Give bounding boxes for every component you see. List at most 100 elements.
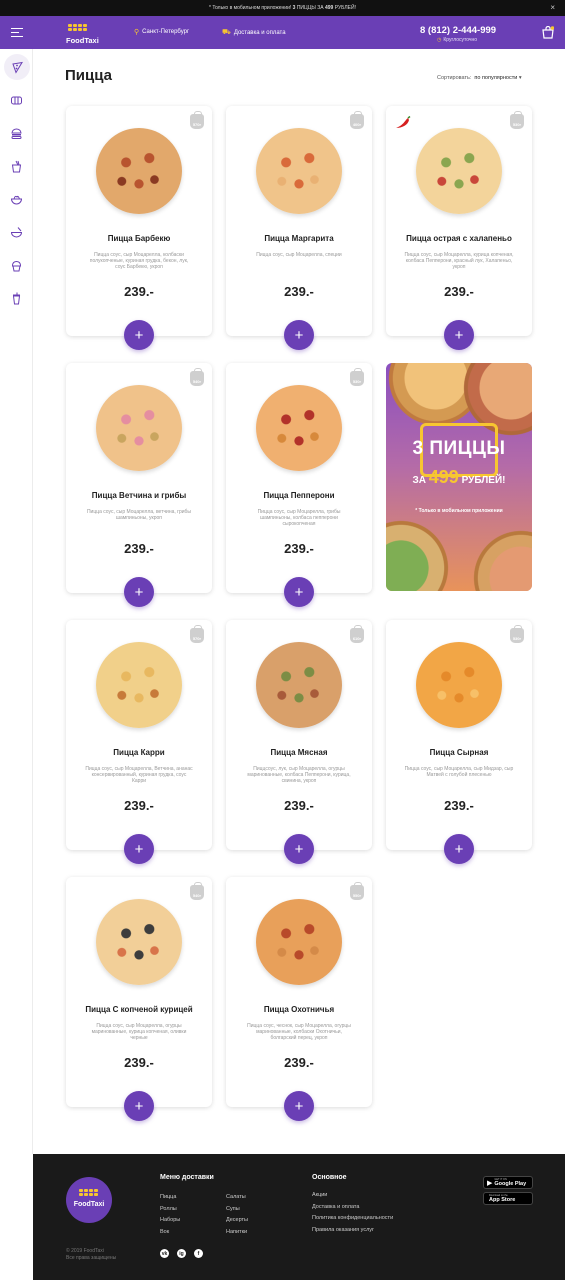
instagram-icon[interactable]: ig bbox=[177, 1249, 186, 1258]
product-name[interactable]: Пицца острая с халапеньо bbox=[386, 234, 532, 243]
product-price: 239.- bbox=[124, 798, 154, 813]
product-card[interactable]: 610г Пицца Мясная Пиццсоус, лук, сыр Моцар… bbox=[226, 620, 372, 864]
pizza-image[interactable] bbox=[96, 642, 182, 728]
weight-badge-icon: 540г bbox=[190, 882, 204, 900]
footer-link[interactable]: Доставка и оплата bbox=[312, 1204, 359, 1210]
footer-link[interactable]: Роллы bbox=[160, 1206, 177, 1212]
add-to-cart-button[interactable]: + bbox=[124, 834, 154, 864]
add-to-cart-button[interactable]: + bbox=[124, 577, 154, 607]
product-card[interactable]: 400г Пицца Маргарита Пицца соус, сыр Моцар… bbox=[226, 106, 372, 350]
pizza-image[interactable] bbox=[96, 128, 182, 214]
footer-link[interactable]: Политика конфиденциальности bbox=[312, 1215, 393, 1221]
footer-link[interactable]: Супы bbox=[226, 1206, 240, 1212]
weight-badge-icon: 530г bbox=[510, 111, 524, 129]
noodle-box-icon bbox=[11, 160, 22, 173]
promo-banner[interactable]: 3 ПИЦЦЫ ЗА 499 РУБЛЕЙ! * Только в мобиль… bbox=[386, 363, 532, 591]
pizza-image[interactable] bbox=[256, 642, 342, 728]
logo-text[interactable]: FoodTaxi bbox=[66, 36, 99, 45]
footer-link[interactable]: Правила оказания услуг bbox=[312, 1227, 374, 1233]
sort-control[interactable]: Сортировать: по популярности ▾ bbox=[437, 75, 522, 81]
store-big: Google Play bbox=[494, 1181, 527, 1187]
footer-link[interactable]: Наборы bbox=[160, 1217, 180, 1223]
product-name[interactable]: Пицца Карри bbox=[66, 748, 212, 757]
sidebar-item-sets[interactable] bbox=[5, 122, 28, 145]
product-card[interactable]: 540г Пицца Ветчина и грибы Пицца соус, сыр… bbox=[66, 363, 212, 607]
pizza-icon bbox=[11, 61, 23, 74]
location-pin-icon: ⚲ bbox=[134, 29, 140, 36]
burger-set-icon bbox=[11, 128, 22, 139]
google-play-button[interactable]: ▶ GET IT ON Google Play bbox=[483, 1176, 533, 1189]
product-card[interactable]: 530г Пицца Пепперони Пицца соус, сыр Моцар… bbox=[226, 363, 372, 607]
product-name[interactable]: Пицца Мясная bbox=[226, 748, 372, 757]
add-to-cart-button[interactable]: + bbox=[284, 834, 314, 864]
product-name[interactable]: Пицца С копченой курицей bbox=[66, 1005, 212, 1014]
copyright: © 2019 FoodTaxi Все права защищены bbox=[66, 1248, 116, 1262]
menu-icon[interactable] bbox=[11, 28, 23, 38]
pizza-image bbox=[386, 513, 456, 591]
product-description: Пицца соус, чеснок, сыр Моцарелла, огурц… bbox=[247, 1023, 351, 1041]
topbar-text: * Только в мобильном приложении! 3 ПИЦЦЫ… bbox=[209, 5, 356, 11]
product-card[interactable]: 550г Пицца Охотничья Пицца соус, чеснок, с… bbox=[226, 877, 372, 1121]
pizza-image[interactable] bbox=[256, 385, 342, 471]
footer-link[interactable]: Пицца bbox=[160, 1194, 176, 1200]
pizza-image[interactable] bbox=[96, 385, 182, 471]
promo-topbar: * Только в мобильном приложении! 3 ПИЦЦЫ… bbox=[0, 0, 565, 16]
product-name[interactable]: Пицца Барбекю bbox=[66, 234, 212, 243]
sidebar-item-soups[interactable] bbox=[5, 221, 28, 244]
product-price: 239.- bbox=[284, 1055, 314, 1070]
vk-icon[interactable]: vk bbox=[160, 1249, 169, 1258]
sort-value[interactable]: по популярности bbox=[474, 75, 517, 81]
footer-link[interactable]: Десерты bbox=[226, 1217, 248, 1223]
footer-logo-text: FoodTaxi bbox=[73, 1201, 105, 1208]
pizza-image[interactable] bbox=[96, 899, 182, 985]
delivery-link[interactable]: ⛟ Доставка и оплата bbox=[222, 28, 286, 37]
sushi-roll-icon bbox=[11, 96, 22, 105]
add-to-cart-button[interactable]: + bbox=[124, 320, 154, 350]
phone-number[interactable]: 8 (812) 2-444-999 bbox=[420, 25, 496, 36]
product-card[interactable]: 570г Пицца Карри Пицца соус, сыр Моцарелла… bbox=[66, 620, 212, 864]
footer-logo[interactable]: FoodTaxi bbox=[66, 1177, 112, 1223]
add-to-cart-button[interactable]: + bbox=[124, 1091, 154, 1121]
soup-bowl-icon bbox=[10, 227, 23, 238]
close-icon[interactable]: × bbox=[550, 3, 555, 12]
product-name[interactable]: Пицца Сырная bbox=[386, 748, 532, 757]
pizza-image[interactable] bbox=[256, 899, 342, 985]
add-to-cart-button[interactable]: + bbox=[444, 320, 474, 350]
footer-link[interactable]: Салаты bbox=[226, 1194, 246, 1200]
product-name[interactable]: Пицца Охотничья bbox=[226, 1005, 372, 1014]
chevron-down-icon[interactable]: ▾ bbox=[519, 75, 522, 81]
delivery-label: Доставка и оплата bbox=[233, 29, 286, 36]
pizza-image[interactable] bbox=[416, 642, 502, 728]
pizza-image[interactable] bbox=[256, 128, 342, 214]
sidebar-item-wok[interactable] bbox=[5, 155, 28, 178]
product-card[interactable]: 570г Пицца Барбекю Пицца соус, сыр Моцарел… bbox=[66, 106, 212, 350]
product-description: Пицца соус, сыр Моцарелла, ветчина, гриб… bbox=[86, 509, 192, 521]
product-description: Пицца соус, сыр Моцарелла, огурцы марино… bbox=[91, 1023, 187, 1041]
logo-icon[interactable] bbox=[68, 24, 87, 31]
sidebar-item-salads[interactable] bbox=[5, 188, 28, 211]
facebook-icon[interactable]: f bbox=[194, 1249, 203, 1258]
sidebar-item-rolls[interactable] bbox=[5, 89, 28, 112]
city-selector[interactable]: ⚲ Санкт-Петербург bbox=[134, 28, 189, 36]
product-card[interactable]: 530г Пицца острая с халапеньо Пицца соус, … bbox=[386, 106, 532, 350]
add-to-cart-button[interactable]: + bbox=[284, 577, 314, 607]
app-store-button[interactable]: Download on the App Store bbox=[483, 1192, 533, 1205]
footer-link[interactable]: Напитки bbox=[226, 1229, 247, 1235]
add-to-cart-button[interactable]: + bbox=[444, 834, 474, 864]
sidebar-item-drinks[interactable] bbox=[5, 287, 28, 310]
product-card[interactable]: 540г Пицца С копченой курицей Пицца соус, … bbox=[66, 877, 212, 1121]
site-footer: FoodTaxi Меню доставки Пицца Роллы Набор… bbox=[33, 1154, 565, 1280]
product-name[interactable]: Пицца Маргарита bbox=[226, 234, 372, 243]
sidebar-item-pizza[interactable] bbox=[4, 54, 30, 80]
weight-badge-icon: 610г bbox=[350, 625, 364, 643]
add-to-cart-button[interactable]: + bbox=[284, 320, 314, 350]
add-to-cart-button[interactable]: + bbox=[284, 1091, 314, 1121]
cart-icon[interactable] bbox=[542, 26, 554, 39]
product-name[interactable]: Пицца Пепперони bbox=[226, 491, 372, 500]
pizza-image[interactable] bbox=[416, 128, 502, 214]
product-card[interactable]: 530г Пицца Сырная Пицца соус, сыр Моцарелл… bbox=[386, 620, 532, 864]
product-name[interactable]: Пицца Ветчина и грибы bbox=[66, 491, 212, 500]
sidebar-item-desserts[interactable] bbox=[5, 254, 28, 277]
footer-link[interactable]: Акции bbox=[312, 1192, 327, 1198]
footer-link[interactable]: Вок bbox=[160, 1229, 169, 1235]
